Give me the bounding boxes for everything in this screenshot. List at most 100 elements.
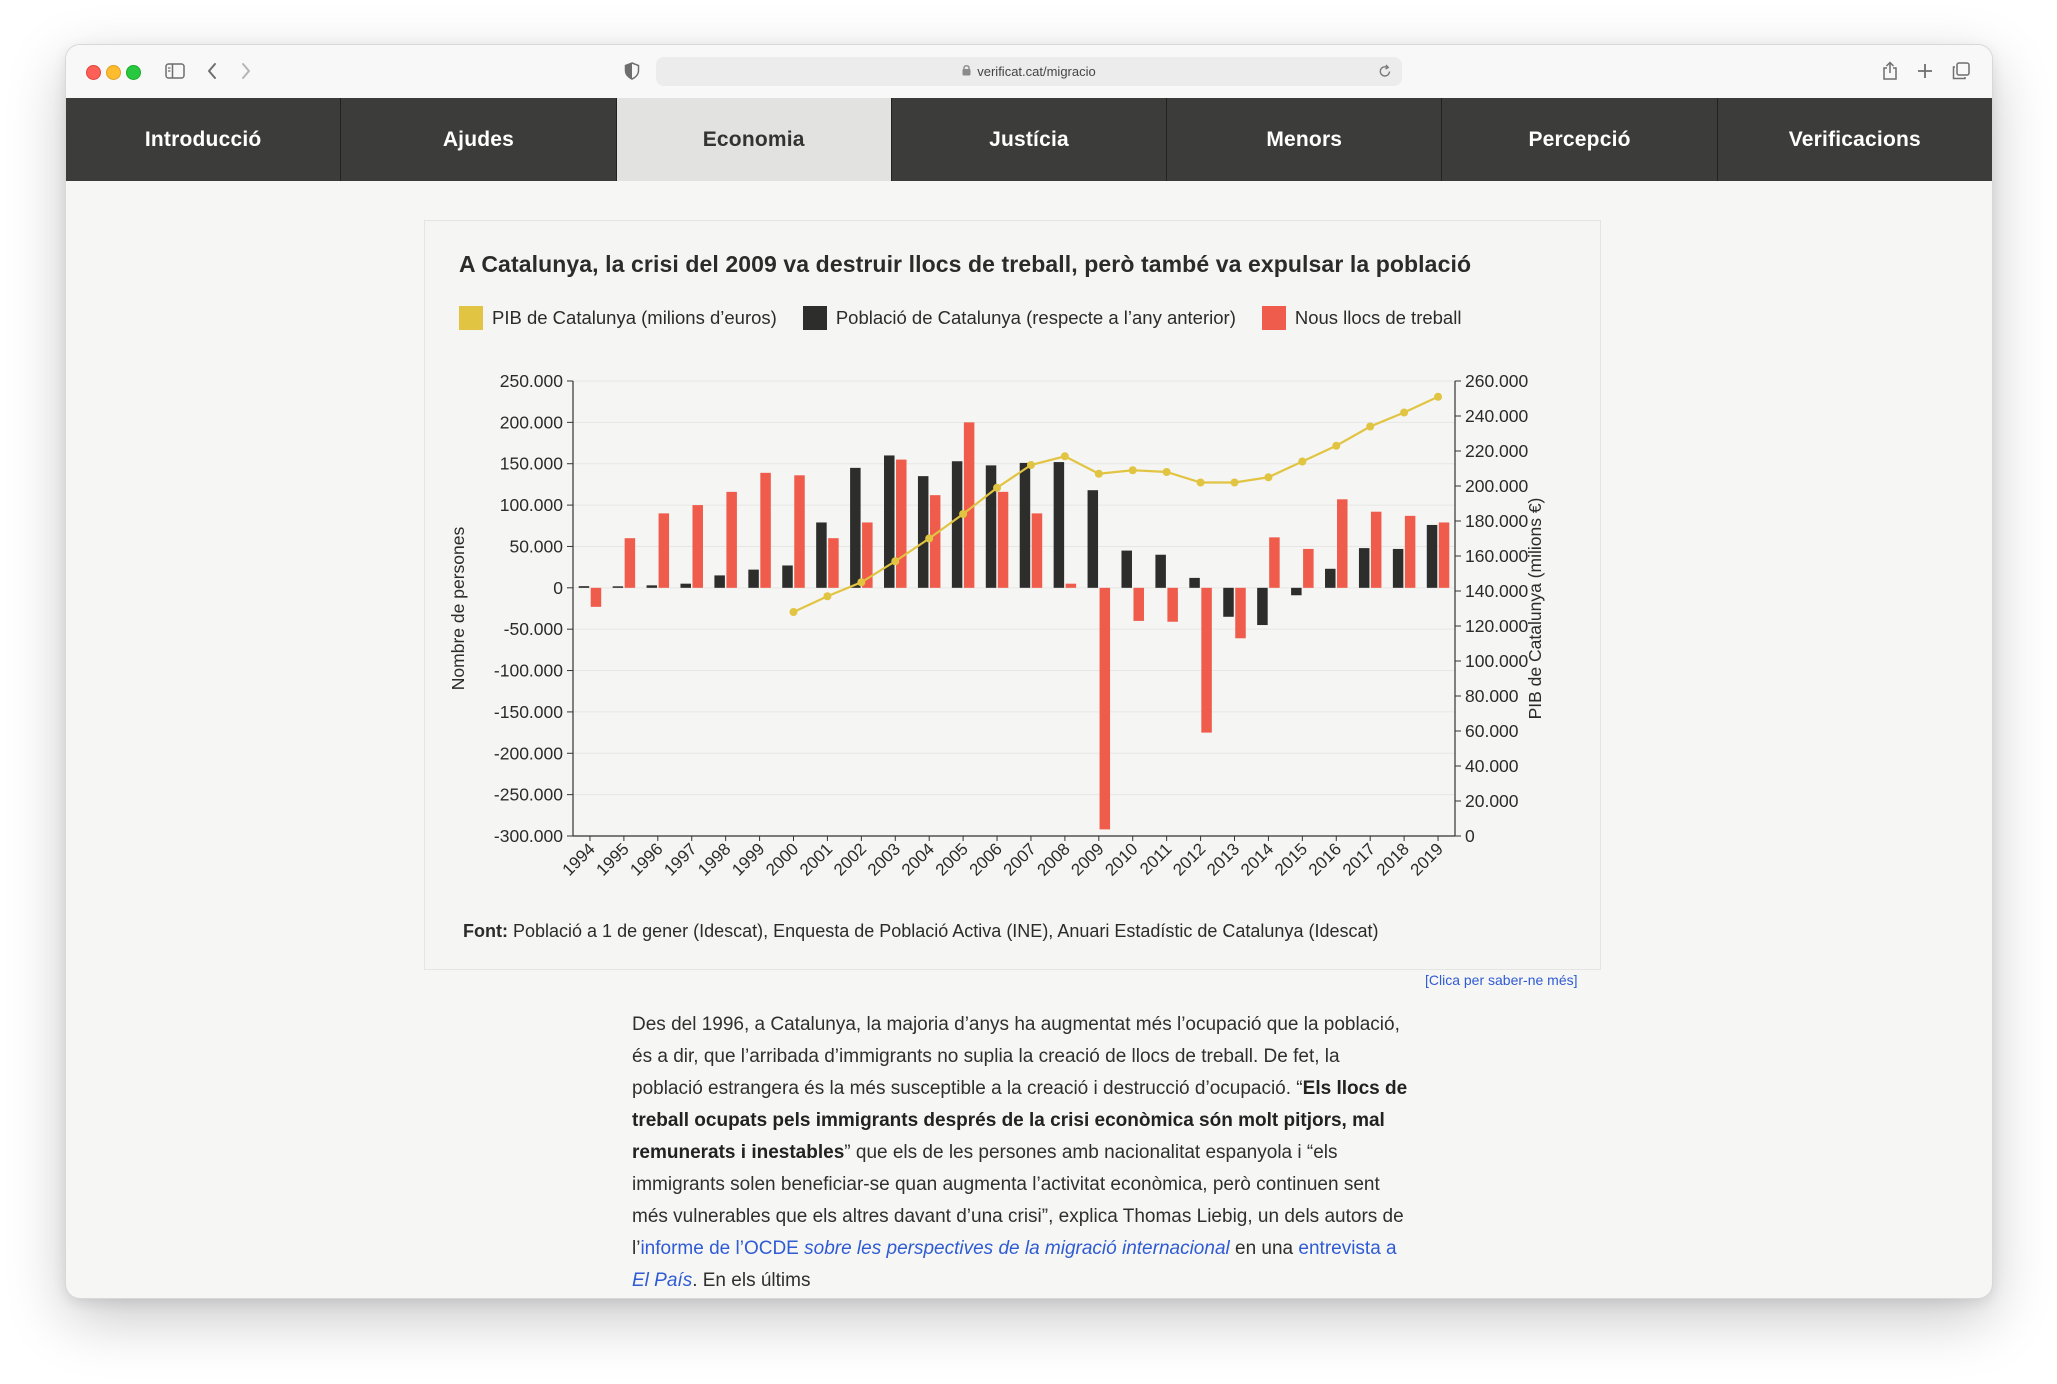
y-tick-label-right: 160.000 [1465, 546, 1529, 566]
x-tick-label: 2011 [1136, 839, 1175, 878]
y-axis-label-left: Nombre de persones [448, 527, 468, 691]
pib-point-2014 [1264, 473, 1273, 482]
share-icon[interactable] [1880, 58, 1900, 84]
pib-point-2015 [1298, 457, 1307, 466]
bar-poblacio-2008 [1053, 462, 1065, 588]
x-tick-label: 2015 [1271, 839, 1311, 879]
reload-icon[interactable] [1378, 63, 1392, 82]
forward-chevron-icon[interactable] [236, 58, 256, 84]
y-tick-label-right: 40.000 [1465, 756, 1519, 776]
bar-llocs-1998 [726, 491, 737, 588]
y-tick-label-left: -200.000 [494, 743, 563, 763]
x-tick-label: 2010 [1101, 839, 1141, 879]
x-tick-label: 1997 [660, 839, 700, 879]
article-paragraph: Des del 1996, a Catalunya, la majoria d’… [632, 1009, 1412, 1297]
y-tick-label-left: 250.000 [500, 371, 564, 391]
tab-economia[interactable]: Economia [616, 98, 892, 181]
y-tick-label-left: 100.000 [500, 495, 564, 515]
y-tick-label-right: 240.000 [1465, 406, 1529, 426]
bar-llocs-2006 [997, 491, 1009, 588]
bar-poblacio-2013 [1223, 587, 1234, 617]
article-text-3: en una [1229, 1238, 1299, 1259]
section-nav: Introducció Ajudes Economia Justícia Men… [66, 98, 1992, 181]
article-text-1: Des del 1996, a Catalunya, la majoria d’… [632, 1014, 1400, 1099]
tab-ajudes[interactable]: Ajudes [341, 98, 617, 181]
pib-point-2018 [1400, 408, 1409, 417]
tab-menors[interactable]: Menors [1167, 98, 1443, 181]
article-body: Des del 1996, a Catalunya, la majoria d’… [632, 1009, 1412, 1297]
tab-overview-icon[interactable] [1951, 58, 1971, 84]
x-tick-label: 1999 [728, 839, 768, 879]
pib-point-2007 [1026, 461, 1035, 469]
pib-point-2006 [993, 483, 1002, 492]
x-tick-label: 2012 [1169, 839, 1209, 879]
bar-llocs-2008 [1065, 583, 1077, 588]
y-tick-label-left: -150.000 [494, 702, 563, 722]
bar-poblacio-1998 [714, 575, 725, 588]
bar-llocs-2015 [1303, 548, 1314, 588]
bar-poblacio-2006 [985, 465, 997, 588]
tab-introduccio[interactable]: Introducció [66, 98, 342, 181]
x-tick-label: 2014 [1237, 839, 1277, 879]
bar-llocs-2019 [1438, 522, 1450, 588]
more-info-link[interactable]: [Clica per saber-ne més] [1425, 972, 1578, 988]
el-pais-link-text: entrevista a [1298, 1238, 1397, 1259]
x-tick-label: 2002 [830, 839, 870, 879]
zoom-window-button[interactable] [126, 65, 141, 80]
bar-poblacio-2014 [1257, 587, 1268, 626]
y-tick-label-right: 220.000 [1465, 441, 1529, 461]
pib-point-2019 [1434, 392, 1443, 401]
privacy-shield-icon[interactable] [622, 58, 642, 84]
bar-poblacio-2017 [1358, 548, 1370, 588]
pib-point-2003 [891, 557, 900, 566]
y-tick-label-left: -300.000 [494, 826, 563, 846]
x-tick-label: 2018 [1373, 839, 1413, 879]
y-tick-label-right: 0 [1465, 826, 1475, 846]
bar-llocs-2005 [963, 422, 975, 588]
bar-llocs-2014 [1269, 537, 1280, 588]
bar-poblacio-1995 [612, 586, 624, 588]
tab-justicia[interactable]: Justícia [892, 98, 1168, 181]
x-tick-label: 1998 [694, 839, 734, 879]
minimize-window-button[interactable] [106, 65, 121, 80]
pib-point-2005 [959, 510, 968, 518]
bar-llocs-2018 [1404, 515, 1416, 588]
browser-window: verificat.cat/migracio Introducció Ajude… [66, 45, 1992, 1298]
bar-llocs-2013 [1235, 587, 1246, 639]
oecd-link-italic: sobre les perspectives de la migració in… [804, 1238, 1230, 1259]
bar-poblacio-1996 [646, 585, 658, 588]
bar-poblacio-2019 [1426, 524, 1438, 588]
new-tab-plus-icon[interactable] [1915, 58, 1935, 84]
tab-verificacions[interactable]: Verificacions [1718, 98, 1992, 181]
bar-poblacio-2007 [1019, 462, 1031, 588]
bar-llocs-2011 [1167, 587, 1178, 622]
bar-poblacio-2000 [782, 565, 793, 588]
bar-poblacio-1994 [578, 586, 590, 588]
pib-point-2009 [1094, 469, 1103, 478]
bar-llocs-1994 [590, 587, 602, 607]
x-tick-label: 2003 [864, 839, 904, 879]
address-bar[interactable]: verificat.cat/migracio [656, 57, 1402, 86]
y-tick-label-left: 200.000 [500, 412, 564, 432]
bar-llocs-2003 [896, 459, 907, 588]
x-tick-label: 2001 [796, 839, 836, 879]
back-chevron-icon[interactable] [202, 58, 222, 84]
pib-point-2016 [1332, 441, 1341, 450]
x-tick-label: 2017 [1339, 839, 1379, 879]
pib-point-2010 [1128, 466, 1137, 475]
x-tick-label: 1996 [626, 839, 666, 879]
x-tick-label: 2016 [1305, 839, 1345, 879]
x-tick-label: 2013 [1203, 839, 1243, 879]
bar-llocs-2012 [1201, 587, 1212, 733]
tab-percepcio[interactable]: Percepció [1442, 98, 1718, 181]
bar-llocs-1999 [760, 472, 771, 588]
bar-llocs-2017 [1370, 511, 1382, 588]
source-label: Font: [463, 921, 508, 941]
y-tick-label-left: 150.000 [500, 454, 564, 474]
pib-point-2013 [1230, 478, 1239, 487]
sidebar-toggle-icon[interactable] [161, 58, 189, 84]
close-window-button[interactable] [86, 65, 101, 80]
oecd-report-link[interactable]: informe de l’OCDE sobre les perspectives… [640, 1238, 1229, 1259]
pib-point-2008 [1060, 452, 1069, 461]
bar-llocs-1995 [624, 538, 636, 588]
